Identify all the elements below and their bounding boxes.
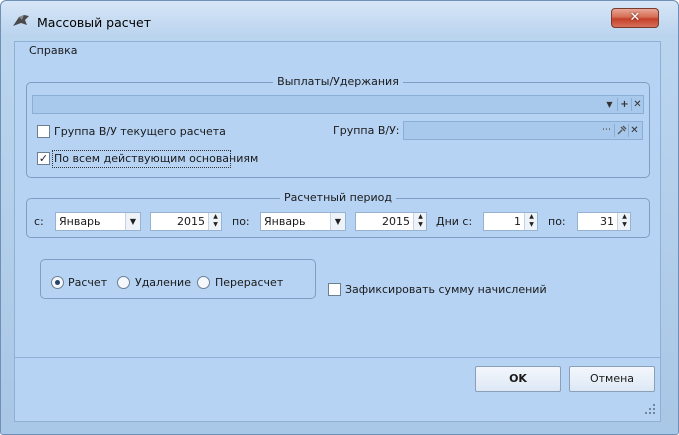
clear-group-icon[interactable]: ✕ xyxy=(628,122,641,139)
spin-up-icon[interactable]: ▲ xyxy=(527,213,536,221)
group-field-label: Группа В/У: xyxy=(333,124,400,137)
radio-recalculation-label: Перерасчет xyxy=(215,276,284,289)
ellipsis-icon[interactable]: ⋯ xyxy=(600,122,613,139)
days-to-spinner[interactable]: 31 ▲ ▼ xyxy=(577,212,631,231)
spin-up-icon[interactable]: ▲ xyxy=(211,213,220,221)
days-from-label: Дни с: xyxy=(436,215,473,228)
spin-down-icon[interactable]: ▼ xyxy=(620,221,629,229)
spin-down-icon[interactable]: ▼ xyxy=(211,221,220,229)
group-field[interactable]: ⋯ ✕ xyxy=(403,121,643,140)
radio-calculation-label: Расчет xyxy=(68,276,108,289)
from-year-spinner[interactable]: 2015 ▲ ▼ xyxy=(150,212,222,231)
ok-button[interactable]: OK xyxy=(475,366,561,392)
dialog-window: Массовый расчет ✕ Справка Выплаты/Удержа… xyxy=(0,0,679,435)
to-label: по: xyxy=(232,215,250,228)
period-group-legend: Расчетный период xyxy=(279,191,397,204)
title-bar[interactable]: Массовый расчет ✕ xyxy=(1,1,678,37)
dropdown-arrow-icon[interactable]: ▼ xyxy=(603,96,616,113)
spin-down-icon[interactable]: ▼ xyxy=(416,221,425,229)
resize-grip-icon[interactable] xyxy=(644,403,656,415)
payments-group-legend: Выплаты/Удержания xyxy=(273,75,403,88)
spin-up-icon[interactable]: ▲ xyxy=(620,213,629,221)
radio-delete-label: Удаление xyxy=(135,276,191,289)
fix-sum-checkbox[interactable] xyxy=(328,283,341,296)
to-month-select[interactable]: Январь ▼ xyxy=(260,212,346,231)
chevron-down-icon[interactable]: ▼ xyxy=(330,213,345,230)
close-button[interactable]: ✕ xyxy=(611,8,659,28)
days-to-label: по: xyxy=(548,215,566,228)
menu-help[interactable]: Справка xyxy=(29,44,77,58)
spin-up-icon[interactable]: ▲ xyxy=(416,213,425,221)
close-icon: ✕ xyxy=(629,10,641,25)
radio-calculation[interactable] xyxy=(51,276,64,289)
window-title: Массовый расчет xyxy=(37,15,151,30)
days-from-spinner[interactable]: 1 ▲ ▼ xyxy=(483,212,538,231)
radio-delete[interactable] xyxy=(117,276,130,289)
from-month-select[interactable]: Январь ▼ xyxy=(55,212,141,231)
cancel-button[interactable]: Отмена xyxy=(569,366,655,392)
add-icon[interactable]: + xyxy=(618,96,631,113)
app-icon xyxy=(13,15,29,26)
fix-sum-label: Зафиксировать сумму начислений xyxy=(345,283,547,296)
own-group-checkbox[interactable] xyxy=(37,125,50,138)
all-bases-checkbox[interactable]: ✓ xyxy=(37,152,50,165)
clear-icon[interactable]: ✕ xyxy=(631,96,644,113)
pin-icon[interactable] xyxy=(615,124,628,137)
radio-recalculation[interactable] xyxy=(197,276,210,289)
from-label: с: xyxy=(34,215,44,228)
spin-down-icon[interactable]: ▼ xyxy=(527,221,536,229)
chevron-down-icon[interactable]: ▼ xyxy=(125,213,140,230)
footer-divider xyxy=(15,357,660,358)
focus-indicator xyxy=(52,150,231,168)
to-year-spinner[interactable]: 2015 ▲ ▼ xyxy=(355,212,427,231)
payments-selector[interactable]: ▼ + ✕ xyxy=(32,95,644,114)
own-group-label: Группа В/У текущего расчета xyxy=(54,125,226,138)
